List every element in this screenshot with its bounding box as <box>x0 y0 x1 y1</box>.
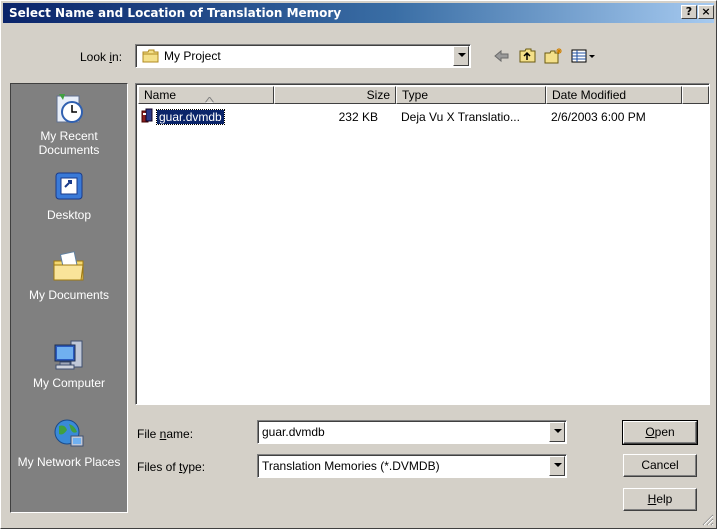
view-menu-icon[interactable] <box>569 46 597 66</box>
column-header-date-modified[interactable]: Date Modified <box>546 86 682 104</box>
column-header-size[interactable]: Size <box>274 86 396 104</box>
translation-memory-file-icon <box>141 108 157 127</box>
close-title-button[interactable]: × <box>698 5 714 19</box>
my-computer-icon <box>11 337 127 373</box>
file-type-cell: Deja Vu X Translatio... <box>401 110 520 124</box>
column-header-filler <box>682 86 709 104</box>
open-button[interactable]: Open <box>622 420 698 445</box>
back-arrow-icon[interactable] <box>491 46 513 66</box>
filetype-combo[interactable]: Translation Memories (*.DVMDB) <box>257 454 567 478</box>
file-date-cell: 2/6/2003 6:00 PM <box>551 110 646 124</box>
lookin-combo[interactable]: My Project <box>135 44 471 68</box>
file-list[interactable]: Name Size Type Date Modified guar.dvmdb … <box>135 83 710 405</box>
column-header-type[interactable]: Type <box>396 86 546 104</box>
file-dialog: Select Name and Location of Translation … <box>0 0 717 529</box>
sort-ascending-icon <box>204 92 215 103</box>
file-name-cell[interactable]: guar.dvmdb <box>156 109 225 125</box>
list-header: Name Size Type Date Modified <box>138 86 709 104</box>
folder-icon <box>142 49 160 66</box>
table-row[interactable]: guar.dvmdb 232 KB Deja Vu X Translatio..… <box>140 108 700 126</box>
place-my-documents[interactable]: My Documents <box>11 249 127 302</box>
lookin-value: My Project <box>164 49 221 63</box>
help-title-button[interactable]: ? <box>681 5 697 19</box>
filename-label: File name: <box>137 427 194 441</box>
help-button[interactable]: Help <box>623 488 697 511</box>
place-desktop[interactable]: Desktop <box>11 169 127 222</box>
filetype-label: Files of type: <box>137 460 206 474</box>
filename-dropdown-button[interactable] <box>549 422 565 442</box>
filename-combo[interactable]: guar.dvmdb <box>257 420 567 444</box>
my-documents-icon <box>11 249 127 285</box>
recent-documents-icon <box>11 90 127 126</box>
place-my-network-places[interactable]: My Network Places <box>11 416 127 469</box>
places-bar: My Recent Documents Desktop My Documents… <box>10 83 128 513</box>
desktop-icon <box>11 169 127 205</box>
filetype-value: Translation Memories (*.DVMDB) <box>262 459 440 473</box>
file-size-cell: 232 KB <box>338 110 378 124</box>
title-bar[interactable]: Select Name and Location of Translation … <box>3 3 714 23</box>
column-header-name[interactable]: Name <box>138 86 274 104</box>
cancel-button[interactable]: Cancel <box>623 454 697 477</box>
filename-field[interactable]: guar.dvmdb <box>262 425 325 439</box>
lookin-dropdown-button[interactable] <box>453 46 469 66</box>
window-title: Select Name and Location of Translation … <box>9 6 342 20</box>
new-folder-icon[interactable] <box>543 46 565 66</box>
up-folder-icon[interactable] <box>517 46 539 66</box>
filetype-dropdown-button[interactable] <box>549 456 565 476</box>
network-places-icon <box>11 416 127 452</box>
lookin-label: Look in: <box>80 50 123 64</box>
place-my-recent-documents[interactable]: My Recent Documents <box>11 90 127 157</box>
place-my-computer[interactable]: My Computer <box>11 337 127 390</box>
resize-grip-icon[interactable] <box>702 514 714 526</box>
